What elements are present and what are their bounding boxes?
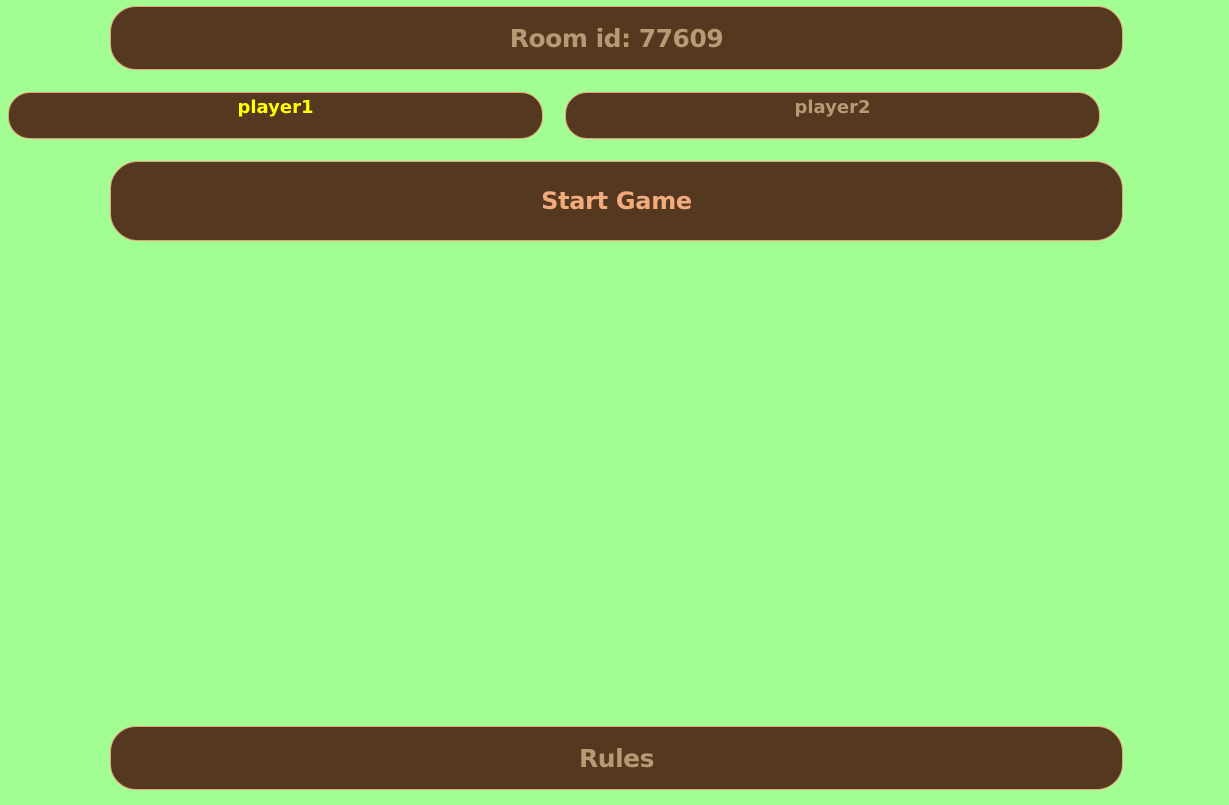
player-slot-2: player2 — [565, 92, 1100, 139]
start-game-label: Start Game — [541, 187, 692, 215]
rules-button[interactable]: Rules — [110, 726, 1123, 790]
start-game-button[interactable]: Start Game — [110, 161, 1123, 241]
rules-label: Rules — [579, 743, 654, 773]
player-slot-1: player1 — [8, 92, 543, 139]
player-name-1: player1 — [237, 97, 314, 118]
room-id-label: Room id: 77609 — [509, 23, 724, 53]
room-id-banner: Room id: 77609 — [110, 6, 1123, 70]
player-name-2: player2 — [794, 97, 871, 118]
